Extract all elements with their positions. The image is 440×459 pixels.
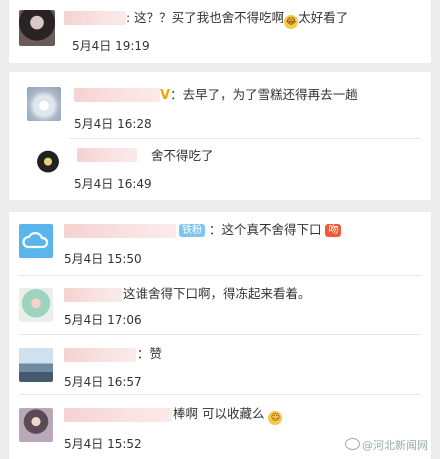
- avatar[interactable]: [19, 408, 53, 442]
- avatar[interactable]: [27, 87, 61, 121]
- reply-text: 棒啊 可以收藏么 ☺: [173, 406, 283, 425]
- reply-row: ：赞 5月4日 16:57: [9, 336, 431, 394]
- crying-laughing-emoji-icon: 😂: [284, 15, 299, 29]
- reply-card-middle: V：去早了，为了雪糕还得再去一趟 5月4日 16:28 舍不得吃了 5月4日 1…: [9, 72, 431, 200]
- comment-text: : 这？？买了我也舍不得吃啊 😂 太好看了: [126, 10, 348, 29]
- verified-v-icon: V: [160, 88, 171, 103]
- avatar[interactable]: [19, 288, 53, 322]
- replier-name[interactable]: [77, 148, 137, 162]
- cloud-icon: [22, 231, 49, 249]
- reply-text-main: 棒啊 可以收藏么: [173, 406, 265, 421]
- comment-time: 5月4日 19:19: [72, 39, 150, 53]
- divider: [69, 138, 421, 139]
- reply-time: 5月4日 17:06: [64, 313, 142, 327]
- watermark: @河北新闻网: [345, 437, 428, 453]
- fan-badge: 铁粉: [179, 224, 205, 237]
- weibo-logo-icon: [345, 438, 360, 450]
- reply-text: 舍不得吃了: [151, 148, 214, 163]
- reply-time: 5月4日 16:49: [74, 177, 152, 191]
- comment-text-main: : 这？？买了我也舍不得吃啊: [126, 10, 285, 25]
- reply-row: 这谁舍得下口啊，得冻起来看着。 5月4日 17:06: [9, 276, 431, 334]
- reply-time: 5月4日 15:52: [64, 437, 142, 451]
- avatar[interactable]: [19, 348, 53, 382]
- reply-row: 舍不得吃了 5月4日 16:49: [9, 140, 431, 200]
- avatar[interactable]: [19, 224, 53, 258]
- avatar[interactable]: [19, 10, 55, 46]
- reply-text: V：去早了，为了雪糕还得再去一趟: [160, 87, 358, 104]
- reply-text: ：赞: [137, 346, 163, 361]
- comment-card-top: : 这？？买了我也舍不得吃啊 😂 太好看了 5月4日 19:19: [9, 0, 431, 63]
- replier-name[interactable]: [64, 288, 122, 302]
- comment-text-main: ：这个真不舍得下口: [208, 222, 322, 237]
- comment-card-bottom: 铁粉 ：这个真不舍得下口 吻 5月4日 15:50 这谁舍得下口啊，得冻起来看着…: [9, 212, 431, 459]
- replier-name[interactable]: [64, 408, 172, 422]
- comment-text: 铁粉 ：这个真不舍得下口 吻: [179, 222, 342, 238]
- comment-row: 铁粉 ：这个真不舍得下口 吻 5月4日 15:50: [9, 212, 431, 274]
- avatar[interactable]: [31, 148, 65, 182]
- commenter-name[interactable]: [64, 224, 176, 238]
- replier-name[interactable]: [64, 348, 136, 362]
- reply-time: 5月4日 16:28: [74, 117, 152, 131]
- reply-time: 5月4日 16:57: [64, 375, 142, 389]
- divider: [19, 334, 421, 335]
- reply-text-main: ：去早了，为了雪糕还得再去一趟: [170, 87, 358, 102]
- reply-text: 这谁舍得下口啊，得冻起来看着。: [123, 286, 311, 301]
- comment-text-tail: 太好看了: [298, 10, 349, 25]
- reply-row: V：去早了，为了雪糕还得再去一趟 5月4日 16:28: [9, 72, 431, 136]
- shy-emoji-icon: ☺: [268, 411, 283, 425]
- watermark-text: @河北新闻网: [362, 439, 428, 452]
- divider: [19, 394, 421, 395]
- comment-time: 5月4日 15:50: [64, 252, 142, 266]
- replier-name[interactable]: [74, 88, 160, 102]
- commenter-name[interactable]: [64, 11, 126, 25]
- kiss-sticker-icon: 吻: [325, 224, 342, 237]
